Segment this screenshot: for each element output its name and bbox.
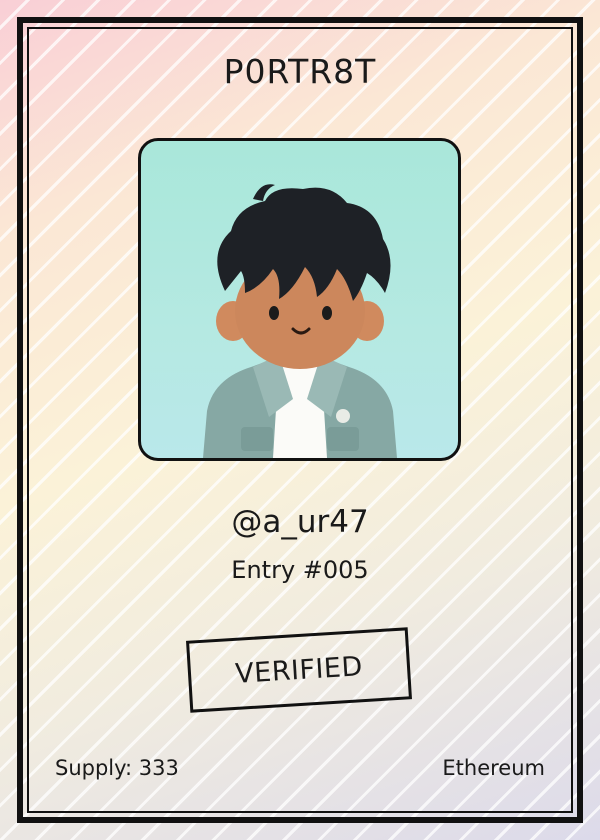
verified-stamp: VERIFIED: [186, 627, 412, 713]
avatar: [138, 138, 461, 461]
avatar-illustration: [203, 184, 397, 458]
supply-count: Supply: 333: [55, 756, 179, 780]
card-title: P0RTR8T: [223, 52, 377, 91]
blockchain-name: Ethereum: [442, 756, 545, 780]
username-handle: @a_ur47: [231, 504, 369, 540]
verified-stamp-label: VERIFIED: [234, 650, 364, 690]
entry-number: Entry #005: [231, 556, 369, 584]
